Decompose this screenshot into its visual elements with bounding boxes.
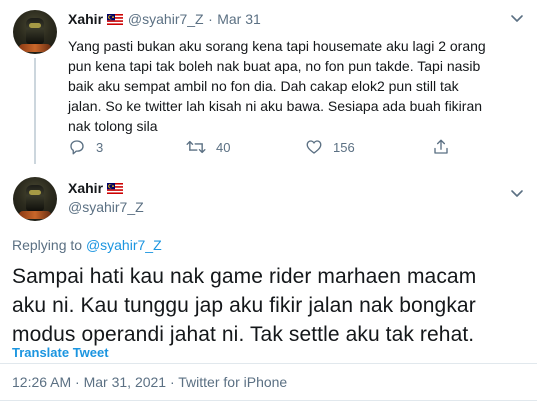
retweet-button[interactable]: 40 — [186, 138, 230, 156]
user-name[interactable]: Xahir — [68, 180, 103, 196]
like-button[interactable]: 156 — [305, 138, 355, 156]
thread-line — [34, 58, 36, 164]
tweet-text-line: Yang pasti bukan aku sorang kena tapi ho… — [68, 38, 486, 54]
tweet-text-line: aku ni. Kau tunggu jap aku fikir jalan n… — [12, 294, 476, 317]
replying-to-handle[interactable]: @syahir7_Z — [86, 237, 162, 253]
tweet1-header: Xahir @syahir7_Z · Mar 31 — [68, 11, 261, 29]
tweet2-body: Sampai hati kau nak game rider marhaen m… — [12, 262, 476, 349]
share-icon[interactable] — [432, 138, 450, 156]
retweet-count: 40 — [216, 139, 231, 155]
retweet-icon — [186, 140, 206, 154]
tweet-text-line: jalan. So ke twitter lah kisah ni aku ba… — [68, 98, 483, 114]
tweet-text-line: nak tolong sila — [68, 118, 158, 134]
tweet-text-line: baik aku sempat ambil no fon dia. Dah ca… — [68, 78, 459, 94]
user-handle[interactable]: @syahir7_Z — [68, 199, 144, 215]
divider — [0, 363, 537, 364]
user-name[interactable]: Xahir — [68, 11, 103, 27]
tweet-date[interactable]: Mar 31 — [217, 11, 261, 27]
divider — [0, 400, 537, 401]
replying-to-label: Replying to — [12, 237, 83, 253]
tweet1-body: Yang pasti bukan aku sorang kena tapi ho… — [68, 36, 486, 136]
chevron-down-icon[interactable] — [510, 189, 524, 199]
avatar[interactable] — [13, 177, 57, 221]
tweet-timestamp[interactable]: 12:26 AM · Mar 31, 2021 · Twitter for iP… — [12, 374, 287, 390]
tweet2-header: Xahir — [68, 180, 124, 198]
reply-count: 3 — [96, 139, 104, 155]
reply-button[interactable]: 3 — [68, 138, 103, 156]
separator: · — [208, 11, 213, 27]
chevron-down-icon[interactable] — [510, 14, 524, 24]
tweet-text-line: Sampai hati kau nak game rider marhaen m… — [12, 265, 477, 288]
translate-tweet-link[interactable]: Translate Tweet — [12, 345, 109, 360]
user-handle[interactable]: @syahir7_Z — [128, 11, 204, 27]
reply-icon — [70, 140, 84, 155]
replying-to: Replying to @syahir7_Z — [12, 237, 162, 253]
like-icon — [306, 140, 322, 154]
malaysia-flag-icon — [107, 183, 124, 194]
malaysia-flag-icon — [107, 14, 124, 25]
tweet-text-line: pun kena tapi tak boleh nak buat apa, no… — [68, 58, 481, 74]
like-count: 156 — [333, 139, 355, 155]
avatar[interactable] — [13, 10, 57, 54]
